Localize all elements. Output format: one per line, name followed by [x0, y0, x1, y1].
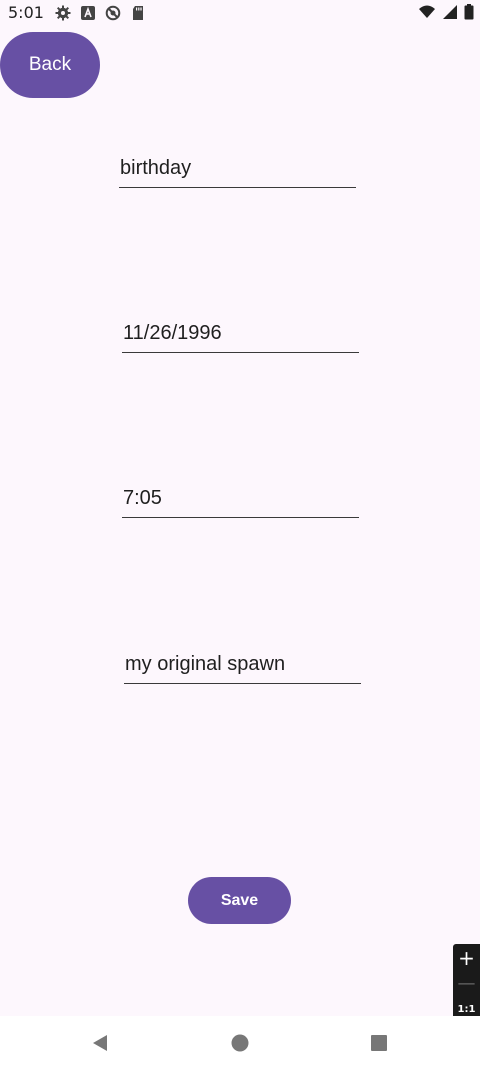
nav-home-button[interactable]	[229, 1032, 251, 1054]
a-icon	[81, 6, 95, 20]
sd-card-icon	[133, 6, 143, 20]
event-date-field[interactable]: 11/26/1996	[122, 315, 359, 353]
recents-square-icon	[371, 1035, 387, 1051]
nav-recents-button[interactable]	[368, 1032, 390, 1054]
battery-icon	[464, 4, 474, 20]
signal-icon	[443, 5, 457, 19]
back-triangle-icon	[93, 1035, 107, 1051]
zoom-out-button[interactable]: —	[453, 972, 480, 994]
zoom-in-button[interactable]: +	[453, 946, 480, 970]
blocked-icon	[105, 5, 121, 21]
event-name-field[interactable]: birthday	[119, 150, 356, 188]
screen: 5:01 Back birthday 11/26/1996 7:05 my or…	[0, 0, 480, 1069]
navigation-bar	[0, 1016, 480, 1069]
status-bar: 5:01	[0, 0, 480, 26]
event-time-field[interactable]: 7:05	[122, 480, 359, 518]
status-time: 5:01	[8, 3, 44, 22]
status-icons-left	[55, 5, 146, 21]
back-button[interactable]: Back	[0, 32, 100, 98]
home-circle-icon	[231, 1034, 249, 1052]
nav-back-button[interactable]	[89, 1032, 111, 1054]
save-button[interactable]: Save	[188, 877, 291, 924]
settings-icon	[55, 5, 71, 21]
event-notes-field[interactable]: my original spawn	[124, 646, 361, 684]
status-icons-right	[418, 4, 474, 20]
wifi-icon	[419, 5, 435, 18]
